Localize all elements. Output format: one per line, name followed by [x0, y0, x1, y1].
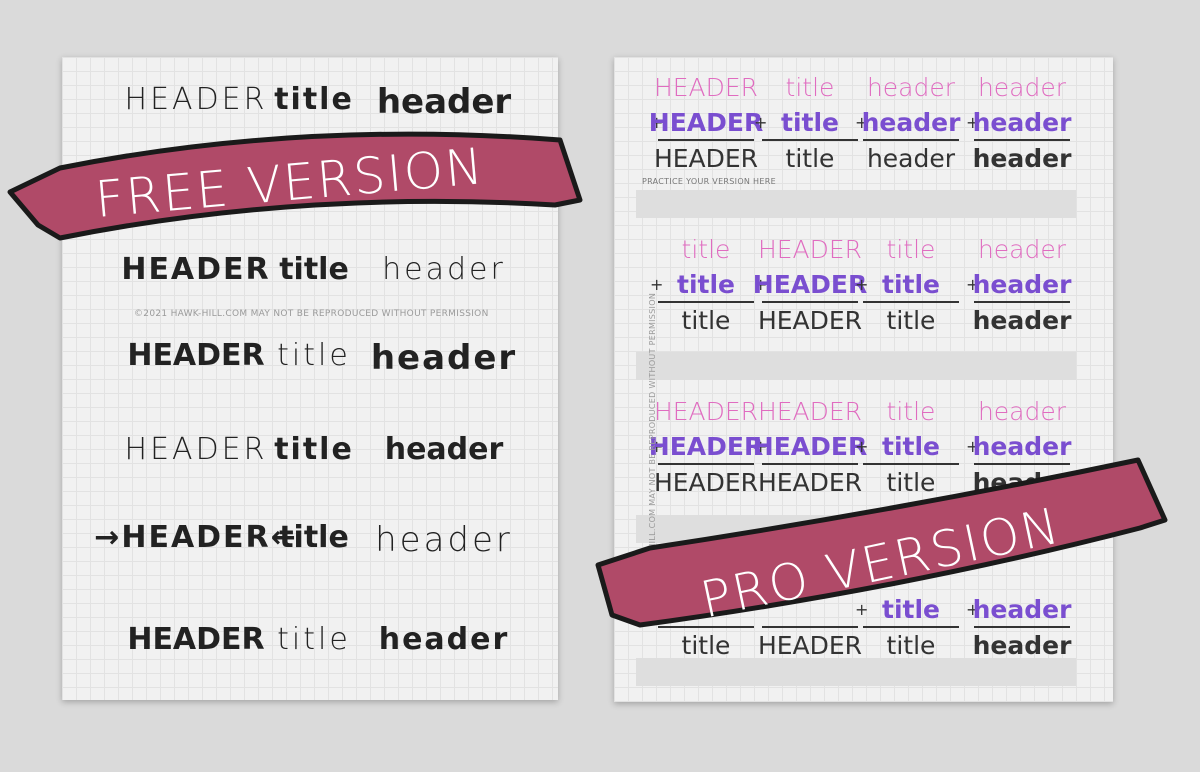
free-version-ribbon: FREE VERSION — [7, 131, 583, 241]
pro-version-ribbon: PRO VERSION — [595, 457, 1168, 629]
ribbons: FREE VERSION PRO VERSION — [7, 131, 1168, 629]
